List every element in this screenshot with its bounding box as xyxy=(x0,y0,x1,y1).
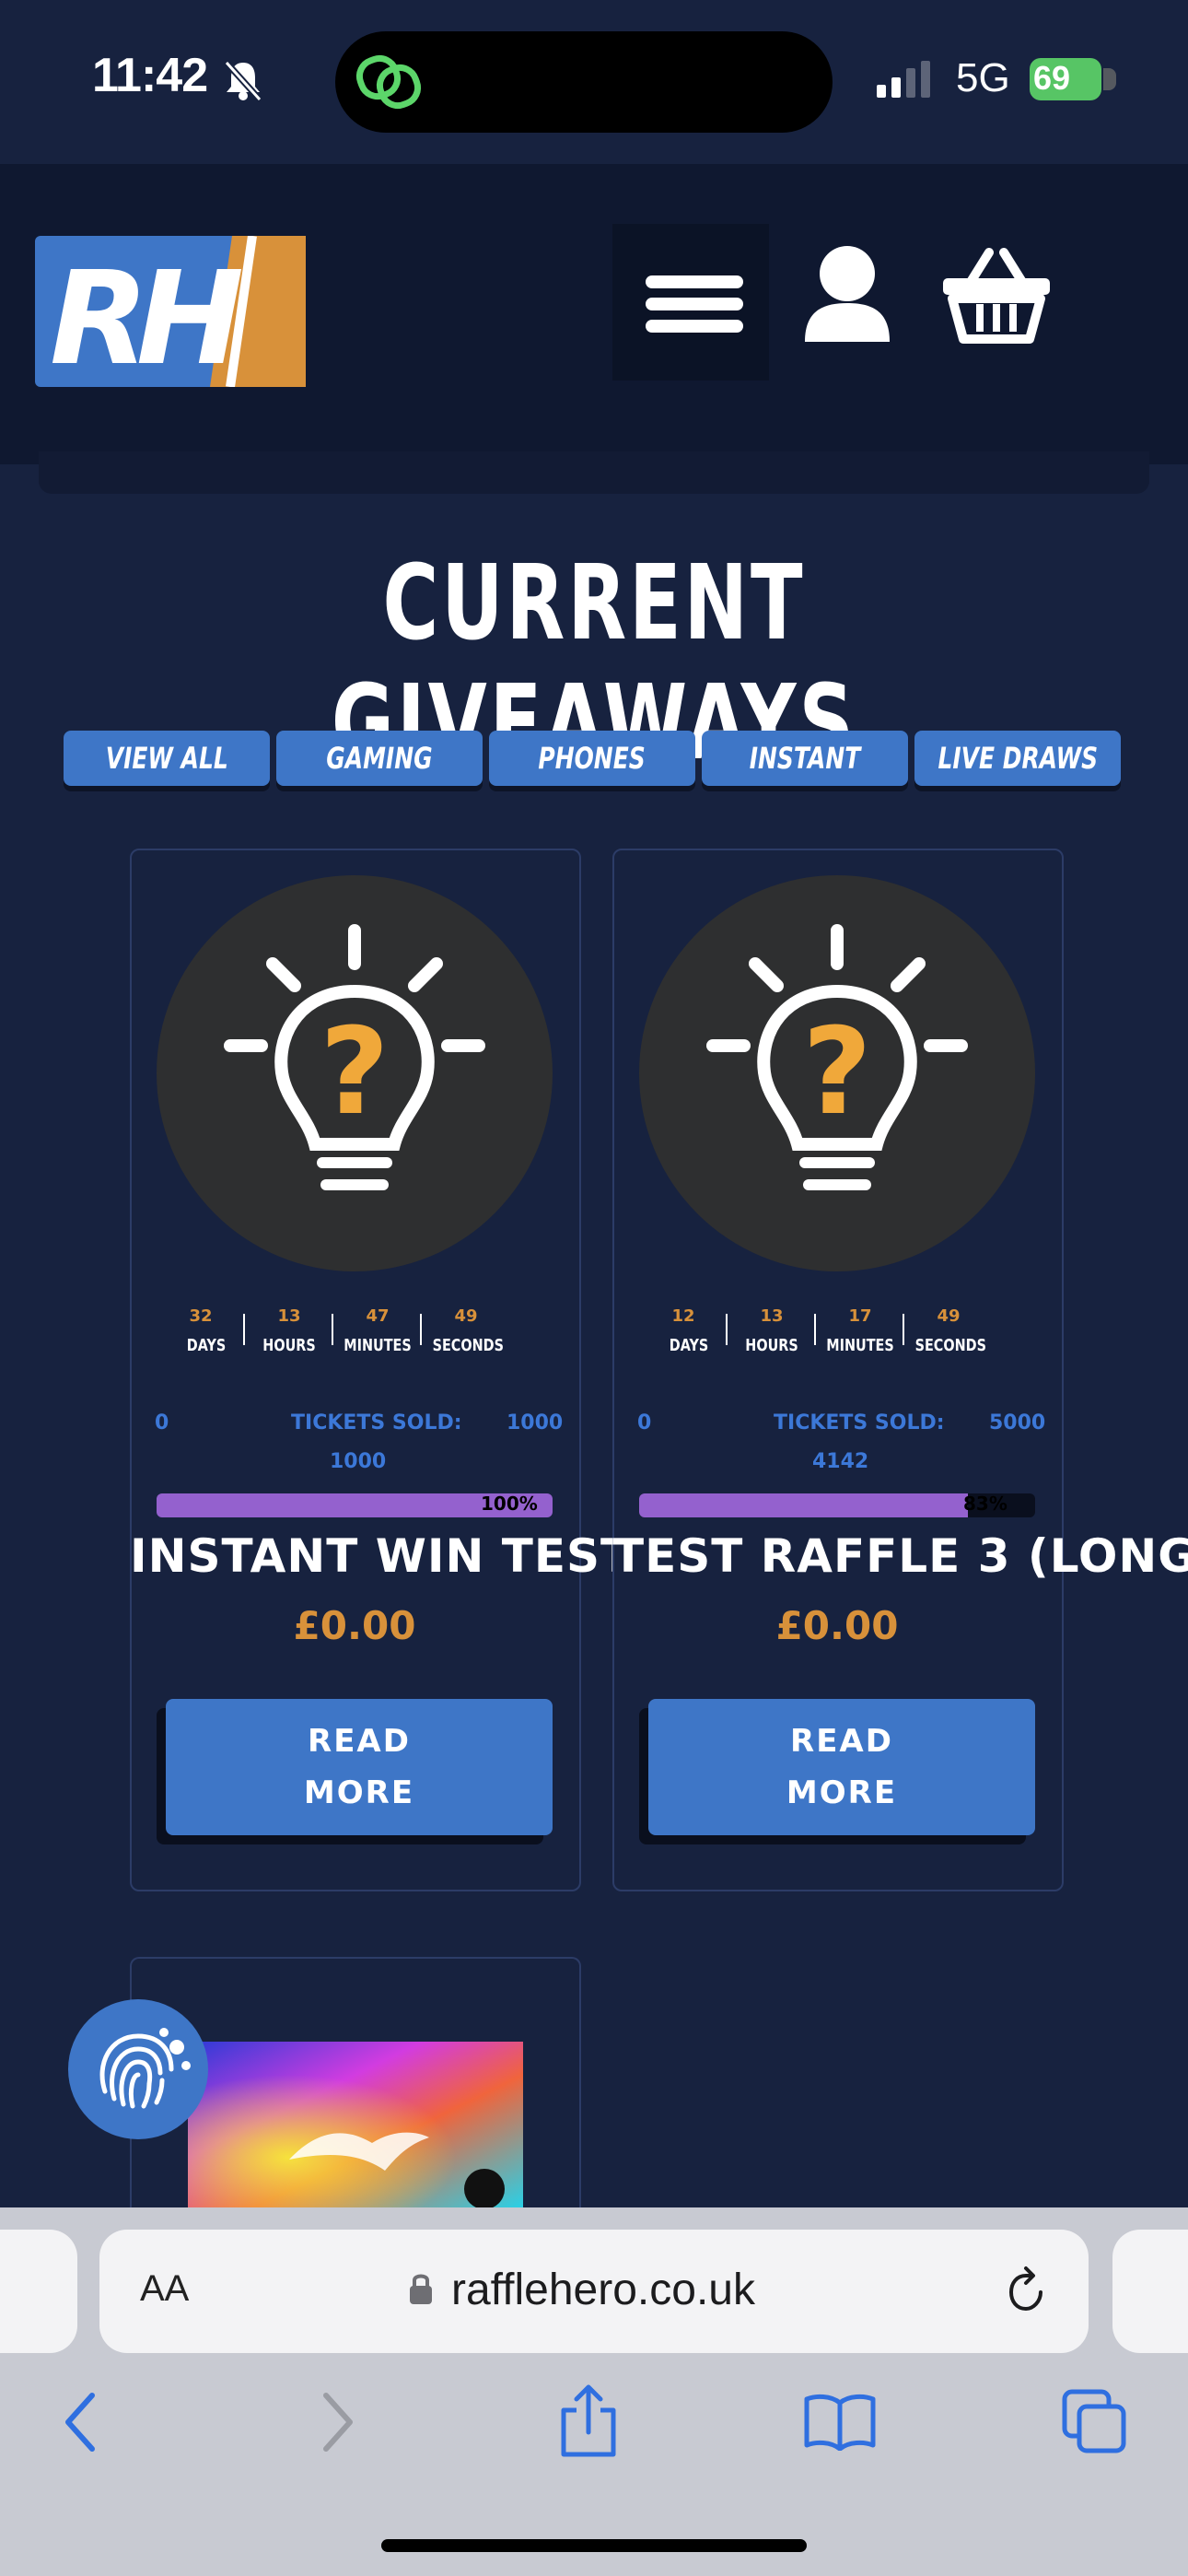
svg-text:?: ? xyxy=(320,1001,389,1142)
forward-icon[interactable] xyxy=(315,2390,359,2454)
raffle-title[interactable]: INSTANT WIN TESTING xyxy=(130,1529,728,1583)
countdown-hours-value: 13 xyxy=(760,1306,784,1326)
lightbulb-question-icon: ? xyxy=(224,924,485,1190)
network-type: 5G xyxy=(956,55,1010,100)
lock-icon xyxy=(410,2274,432,2304)
logo[interactable]: RH xyxy=(35,236,306,387)
tickets-min: 0 xyxy=(155,1411,169,1434)
countdown-divider xyxy=(243,1314,245,1345)
link-icon xyxy=(355,54,422,110)
tickets-sold-count: 4142 xyxy=(812,1450,869,1473)
next-tab-pill[interactable] xyxy=(1112,2230,1188,2353)
tickets-max: 1000 xyxy=(507,1411,564,1434)
basket-icon[interactable] xyxy=(939,247,1054,345)
countdown-seconds-label: SECONDS xyxy=(432,1336,504,1355)
svg-text:?: ? xyxy=(802,1001,871,1142)
tabs-icon[interactable] xyxy=(1061,2388,1127,2454)
countdown-divider xyxy=(814,1314,816,1345)
tab-live-draws[interactable]: LIVE DRAWS xyxy=(914,731,1121,786)
lightbulb-question-icon: ? xyxy=(706,924,968,1190)
tab-view-all[interactable]: VIEW ALL xyxy=(64,731,270,786)
hamburger-icon xyxy=(646,275,743,333)
raffle-price: £0.00 xyxy=(293,1603,416,1648)
progress-label: 100% xyxy=(481,1493,538,1515)
progress-fill xyxy=(639,1493,968,1517)
countdown-hours-value: 13 xyxy=(277,1306,301,1326)
countdown-divider xyxy=(903,1314,904,1345)
countdown-seconds-label: SECONDS xyxy=(914,1336,986,1355)
bookmarks-icon[interactable] xyxy=(803,2392,877,2451)
home-indicator xyxy=(381,2539,807,2552)
countdown-minutes-label: MINUTES xyxy=(344,1336,412,1355)
menu-button[interactable] xyxy=(612,224,769,381)
tab-instant-wins[interactable]: INSTANT WINS xyxy=(702,731,908,786)
countdown-seconds-value: 49 xyxy=(937,1306,961,1326)
back-icon[interactable] xyxy=(59,2390,103,2454)
tickets-min: 0 xyxy=(637,1411,652,1434)
battery-tail xyxy=(1103,68,1116,90)
prize-image[interactable]: ? xyxy=(157,875,553,1271)
share-icon[interactable] xyxy=(556,2383,621,2460)
raffle-title[interactable]: TEST RAFFLE 3 (LONG) xyxy=(612,1529,1188,1583)
status-time: 11:42 xyxy=(92,49,208,102)
read-more-button[interactable]: READ MORE xyxy=(648,1699,1035,1835)
text-size-button[interactable]: AA xyxy=(140,2268,189,2310)
countdown-remnant xyxy=(39,451,1149,494)
prize-image[interactable] xyxy=(188,2042,523,2207)
url-text[interactable]: rafflehero.co.uk xyxy=(451,2265,755,2315)
countdown-days-label: DAYS xyxy=(669,1336,709,1355)
reload-icon[interactable] xyxy=(1004,2265,1050,2316)
tickets-sold-label: TICKETS SOLD: xyxy=(291,1411,462,1434)
countdown-days-label: DAYS xyxy=(186,1336,227,1355)
signal-icon xyxy=(877,61,930,98)
countdown-hours-label: HOURS xyxy=(262,1336,316,1355)
tickets-sold-count: 1000 xyxy=(330,1450,387,1473)
countdown-divider xyxy=(420,1314,422,1345)
svg-text:RH: RH xyxy=(50,244,242,387)
raffle-price: £0.00 xyxy=(775,1603,899,1648)
countdown-days-value: 12 xyxy=(671,1306,695,1326)
countdown-divider xyxy=(332,1314,333,1345)
read-more-button[interactable]: READ MORE xyxy=(166,1699,553,1835)
battery-level: 69 xyxy=(1033,59,1071,97)
countdown-seconds-value: 49 xyxy=(454,1306,478,1326)
previous-tab-pill[interactable] xyxy=(0,2230,77,2353)
progress-label: 83% xyxy=(963,1493,1007,1515)
prize-image[interactable]: ? xyxy=(639,875,1035,1271)
silent-bell-icon xyxy=(224,60,262,101)
countdown-divider xyxy=(726,1314,728,1345)
cookie-settings-button[interactable] xyxy=(68,1999,208,2139)
fingerprint-cookie-icon xyxy=(99,2028,191,2109)
tickets-max: 5000 xyxy=(989,1411,1046,1434)
tab-gaming[interactable]: GAMING xyxy=(276,731,483,786)
tab-phones[interactable]: PHONES xyxy=(489,731,695,786)
account-icon[interactable] xyxy=(801,244,893,345)
countdown-hours-label: HOURS xyxy=(745,1336,798,1355)
countdown-minutes-label: MINUTES xyxy=(826,1336,894,1355)
countdown-minutes-value: 17 xyxy=(848,1306,872,1326)
countdown-minutes-value: 47 xyxy=(366,1306,390,1326)
tickets-sold-label: TICKETS SOLD: xyxy=(774,1411,945,1434)
countdown-days-value: 32 xyxy=(189,1306,213,1326)
